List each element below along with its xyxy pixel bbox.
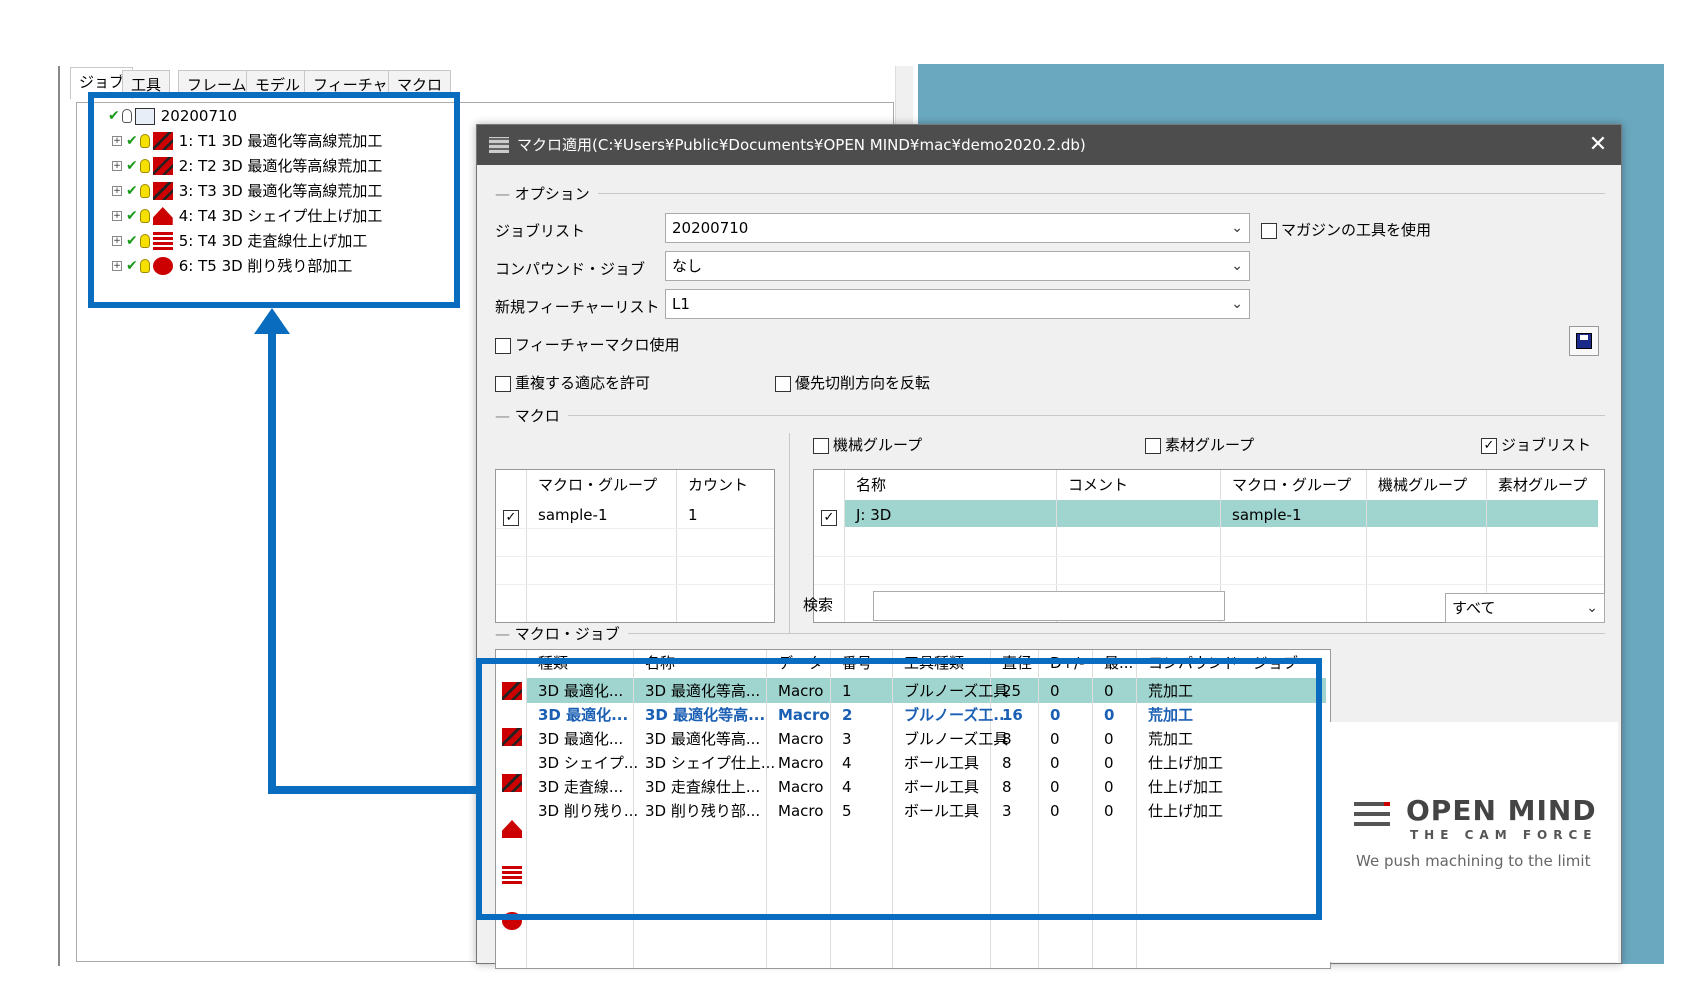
logo-tagline: We push machining to the limit [1356,852,1591,870]
magazine-tool-checkbox[interactable]: マガジンの工具を使用 [1261,220,1431,240]
logo-title: OPEN MIND [1406,794,1597,827]
column-header[interactable]: 素材グループ [1492,472,1587,498]
compound-job-select[interactable]: なし ⌄ [665,251,1250,281]
dialog-titlebar[interactable]: マクロ適用(C:¥Users¥Public¥Documents¥OPEN MIN… [477,125,1621,165]
chevron-down-icon: ⌄ [1231,220,1243,236]
chevron-down-icon: ⌄ [1231,296,1243,312]
row-checkbox[interactable]: ✓ [821,509,837,526]
feature-macro-label: フィーチャーマクロ使用 [515,336,680,354]
macro-db-icon [489,137,509,153]
search-input[interactable] [873,591,1225,621]
macro-job-group-label: マクロ・ジョブ [514,625,620,643]
joblist-cb-label: ジョブリスト [1501,436,1592,454]
macro-name-cell: J: 3D [856,506,892,524]
save-button[interactable] [1569,326,1599,356]
column-header[interactable]: カウント [682,472,748,498]
column-header[interactable]: コメント [1062,472,1128,498]
tree-highlight-box [88,92,460,308]
allow-duplicate-label: 重複する適応を許可 [515,374,651,392]
column-header[interactable]: 機械グループ [1372,472,1467,498]
macro-job-group: — マクロ・ジョブ [495,623,1605,644]
joblist-label: ジョブリスト [495,222,586,240]
dialog-title: マクロ適用(C:¥Users¥Public¥Documents¥OPEN MIN… [517,136,1086,154]
group-name-cell: sample-1 [538,506,608,524]
reverse-priority-label: 優先切削方向を反転 [795,374,931,392]
checkbox-icon [775,375,791,392]
count-cell: 1 [688,506,698,524]
material-group-checkbox[interactable]: 素材グループ [1145,435,1254,455]
machine-group-checkbox[interactable]: 機械グループ [813,435,922,455]
filter-value: すべて [1452,599,1496,617]
logo-subtitle: THE CAM FORCE [1410,828,1598,842]
chevron-down-icon: ⌄ [1231,258,1243,274]
magazine-tool-label: マガジンの工具を使用 [1281,221,1432,239]
joblist-value: 20200710 [672,219,749,237]
search-label: 検索 [803,596,834,614]
column-header[interactable]: マクロ・グループ [532,472,657,498]
job-table-highlight-box [476,658,1322,920]
checkbox-icon [1261,222,1277,239]
options-group-label: オプション [514,185,590,203]
checkbox-icon [813,437,829,454]
macro-group-label: マクロ [514,407,560,425]
filter-select[interactable]: すべて ⌄ [1445,593,1605,623]
checkbox-icon: ✓ [1481,437,1497,454]
feature-list-select[interactable]: L1 ⌄ [665,289,1250,319]
compound-job-label: コンパウンド・ジョブ [495,260,646,278]
column-header[interactable]: マクロ・グループ [1226,472,1351,498]
arrow-connector [268,786,478,794]
splitter[interactable] [789,433,790,633]
feature-macro-checkbox[interactable]: フィーチャーマクロ使用 [495,335,680,355]
compound-job-value: なし [672,257,703,275]
floppy-disk-icon [1576,333,1592,349]
reverse-priority-checkbox[interactable]: 優先切削方向を反転 [775,373,930,393]
column-header[interactable]: 名称 [850,472,886,498]
open-mind-logo: OPEN MIND THE CAM FORCE We push machinin… [1330,722,1618,962]
macro-group-table: マクロ・グループ カウント ✓ sample-1 1 [495,469,775,623]
logo-mark [1354,802,1390,832]
checkbox-icon [495,337,511,354]
checkbox-icon [1145,437,1161,454]
joblist-checkbox[interactable]: ✓ ジョブリスト [1481,435,1591,455]
allow-duplicate-checkbox[interactable]: 重複する適応を許可 [495,373,650,393]
joblist-select[interactable]: 20200710 ⌄ [665,213,1250,243]
feature-list-value: L1 [672,295,690,313]
macro-group-cell: sample-1 [1232,506,1302,524]
machine-group-label: 機械グループ [833,436,923,454]
feature-list-label: 新規フィーチャーリスト [495,298,660,316]
row-checkbox[interactable]: ✓ [503,509,519,526]
options-group: — オプション [495,183,1605,204]
close-button[interactable]: ✕ [1575,125,1621,165]
checkbox-icon [495,375,511,392]
arrow-up-icon [254,308,290,334]
chevron-down-icon: ⌄ [1586,600,1598,616]
macro-group: — マクロ [495,405,1605,426]
arrow-shaft [268,320,276,794]
material-group-label: 素材グループ [1165,436,1255,454]
selected-row-highlight [844,500,1598,527]
